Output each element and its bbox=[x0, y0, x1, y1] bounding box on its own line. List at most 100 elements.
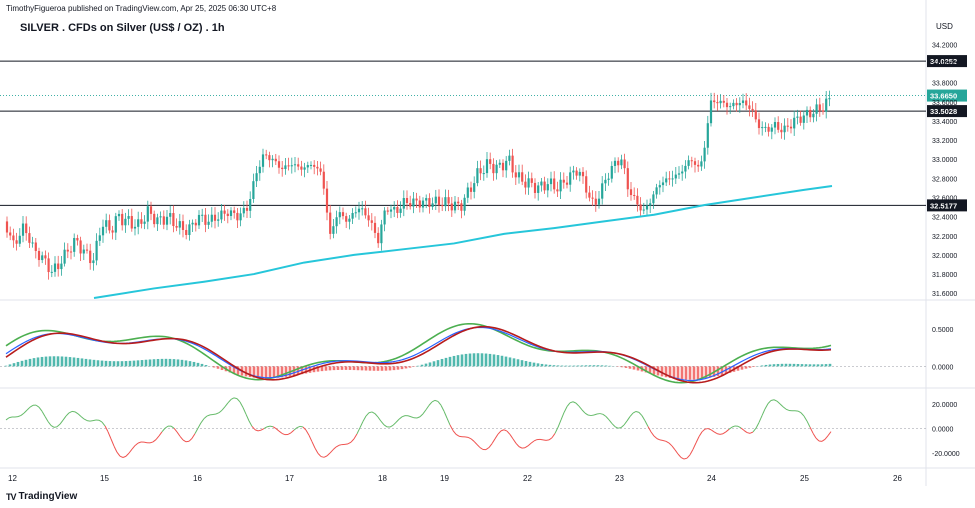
candle-body bbox=[431, 203, 434, 207]
oscillator-1-panel: 0.5000 0.0000 bbox=[0, 322, 954, 384]
candle-body bbox=[300, 166, 303, 170]
candle-body bbox=[383, 210, 386, 225]
candle-body bbox=[597, 198, 601, 205]
histogram-bar bbox=[796, 363, 800, 367]
candles bbox=[5, 90, 831, 280]
histogram-bar bbox=[500, 355, 504, 367]
oscillator-2-segment bbox=[80, 416, 85, 420]
oscillator-2-segment bbox=[290, 429, 295, 434]
histogram-bar bbox=[740, 366, 744, 370]
candle-body bbox=[581, 171, 585, 177]
candle-body bbox=[50, 271, 53, 273]
candle-body bbox=[453, 201, 457, 211]
candle-body bbox=[207, 221, 210, 225]
oscillator-2-segment bbox=[347, 441, 352, 445]
oscillator-2-segment bbox=[425, 405, 430, 411]
price-tick-label: 31.6000 bbox=[932, 291, 957, 298]
histogram-bar bbox=[392, 366, 396, 371]
oscillator-2-segment bbox=[539, 438, 544, 441]
oscillator-2-segment bbox=[617, 427, 622, 429]
candle-body bbox=[287, 165, 290, 167]
oscillator-2-segment bbox=[749, 431, 754, 434]
oscillator-2-segment bbox=[608, 419, 613, 424]
histogram-bar bbox=[496, 355, 500, 367]
histogram-bar bbox=[696, 366, 700, 380]
candle-body bbox=[450, 203, 453, 211]
candle-body bbox=[626, 168, 629, 190]
oscillator-2-segment bbox=[155, 435, 160, 440]
oscillator-2-segment bbox=[782, 406, 787, 410]
oscillator-2-segment bbox=[713, 431, 718, 435]
candle-body bbox=[658, 185, 661, 188]
candle-body bbox=[335, 217, 338, 227]
candle-body bbox=[268, 155, 271, 161]
candle-body bbox=[21, 223, 25, 236]
oscillator-2-segment bbox=[218, 409, 223, 414]
oscillator-2-segment bbox=[821, 438, 826, 442]
time-tick-label: 26 bbox=[893, 474, 902, 483]
oscillator-2-segment bbox=[113, 445, 118, 453]
candle-body bbox=[31, 242, 34, 244]
oscillator-2-segment bbox=[689, 449, 694, 456]
oscillator-2-segment bbox=[467, 436, 472, 440]
candle-body bbox=[754, 110, 757, 120]
histogram-bar bbox=[56, 356, 60, 367]
histogram-bar bbox=[624, 366, 628, 368]
oscillator-2-segment bbox=[758, 415, 763, 423]
histogram-bar bbox=[440, 358, 444, 367]
histogram-bar bbox=[48, 356, 52, 367]
candle-body bbox=[738, 103, 741, 106]
histogram-bar bbox=[816, 364, 820, 367]
histogram-bar bbox=[808, 364, 812, 367]
moving-average bbox=[93, 185, 833, 299]
price-chart[interactable]: 34.025233.502832.517733.6650 0.50000.000… bbox=[0, 0, 975, 508]
histogram-bar bbox=[124, 361, 128, 367]
candle-body bbox=[210, 214, 213, 222]
candle-body bbox=[338, 212, 341, 218]
candle-body bbox=[735, 102, 738, 106]
candle-body bbox=[389, 209, 393, 212]
histogram-bar bbox=[176, 359, 180, 367]
oscillator-2-segment bbox=[518, 446, 523, 449]
oscillator-2-segment bbox=[575, 402, 580, 407]
candle-body bbox=[165, 216, 169, 225]
candle-body bbox=[290, 165, 293, 167]
histogram-bar bbox=[384, 366, 388, 371]
candle-body bbox=[697, 164, 700, 167]
oscillator-2-segment bbox=[125, 452, 130, 457]
histogram-bar bbox=[536, 363, 540, 367]
candle-body bbox=[133, 226, 137, 229]
oscillator-2-segment bbox=[623, 420, 628, 426]
oscillator-2-segment bbox=[647, 426, 652, 433]
candle-body bbox=[63, 249, 66, 264]
oscillator-2-segment bbox=[746, 432, 751, 434]
candle-body bbox=[578, 171, 581, 176]
oscillator-2-segment bbox=[230, 397, 235, 400]
histogram-bar bbox=[424, 363, 428, 367]
candle-body bbox=[306, 165, 309, 168]
oscillator-2-segment bbox=[104, 425, 109, 432]
oscillator-2-segment bbox=[365, 412, 370, 417]
candle-body bbox=[159, 216, 162, 218]
oscillator-2-segment bbox=[752, 427, 757, 433]
candle-body bbox=[575, 170, 578, 176]
histogram-bar bbox=[140, 360, 144, 367]
candle-body bbox=[47, 258, 50, 273]
candle-body bbox=[194, 222, 197, 226]
candle-body bbox=[805, 109, 809, 116]
oscillator-2-segment bbox=[353, 433, 358, 440]
footer[interactable]: TV TradingView bbox=[6, 491, 77, 502]
candle-body bbox=[501, 162, 505, 171]
oscillator-1-tick-label: 0.0000 bbox=[932, 364, 954, 371]
histogram-bar bbox=[372, 366, 376, 371]
oscillator-2-segment bbox=[110, 438, 115, 447]
histogram-bar bbox=[528, 361, 532, 367]
oscillator-2-segment bbox=[491, 438, 496, 444]
oscillator-2-segment bbox=[5, 417, 10, 421]
histogram-bar bbox=[820, 364, 824, 367]
time-tick-label: 12 bbox=[8, 474, 17, 483]
oscillator-2-segment bbox=[755, 422, 760, 429]
candle-body bbox=[540, 181, 543, 186]
candle-body bbox=[751, 108, 754, 111]
oscillator-2-segment bbox=[176, 431, 181, 437]
